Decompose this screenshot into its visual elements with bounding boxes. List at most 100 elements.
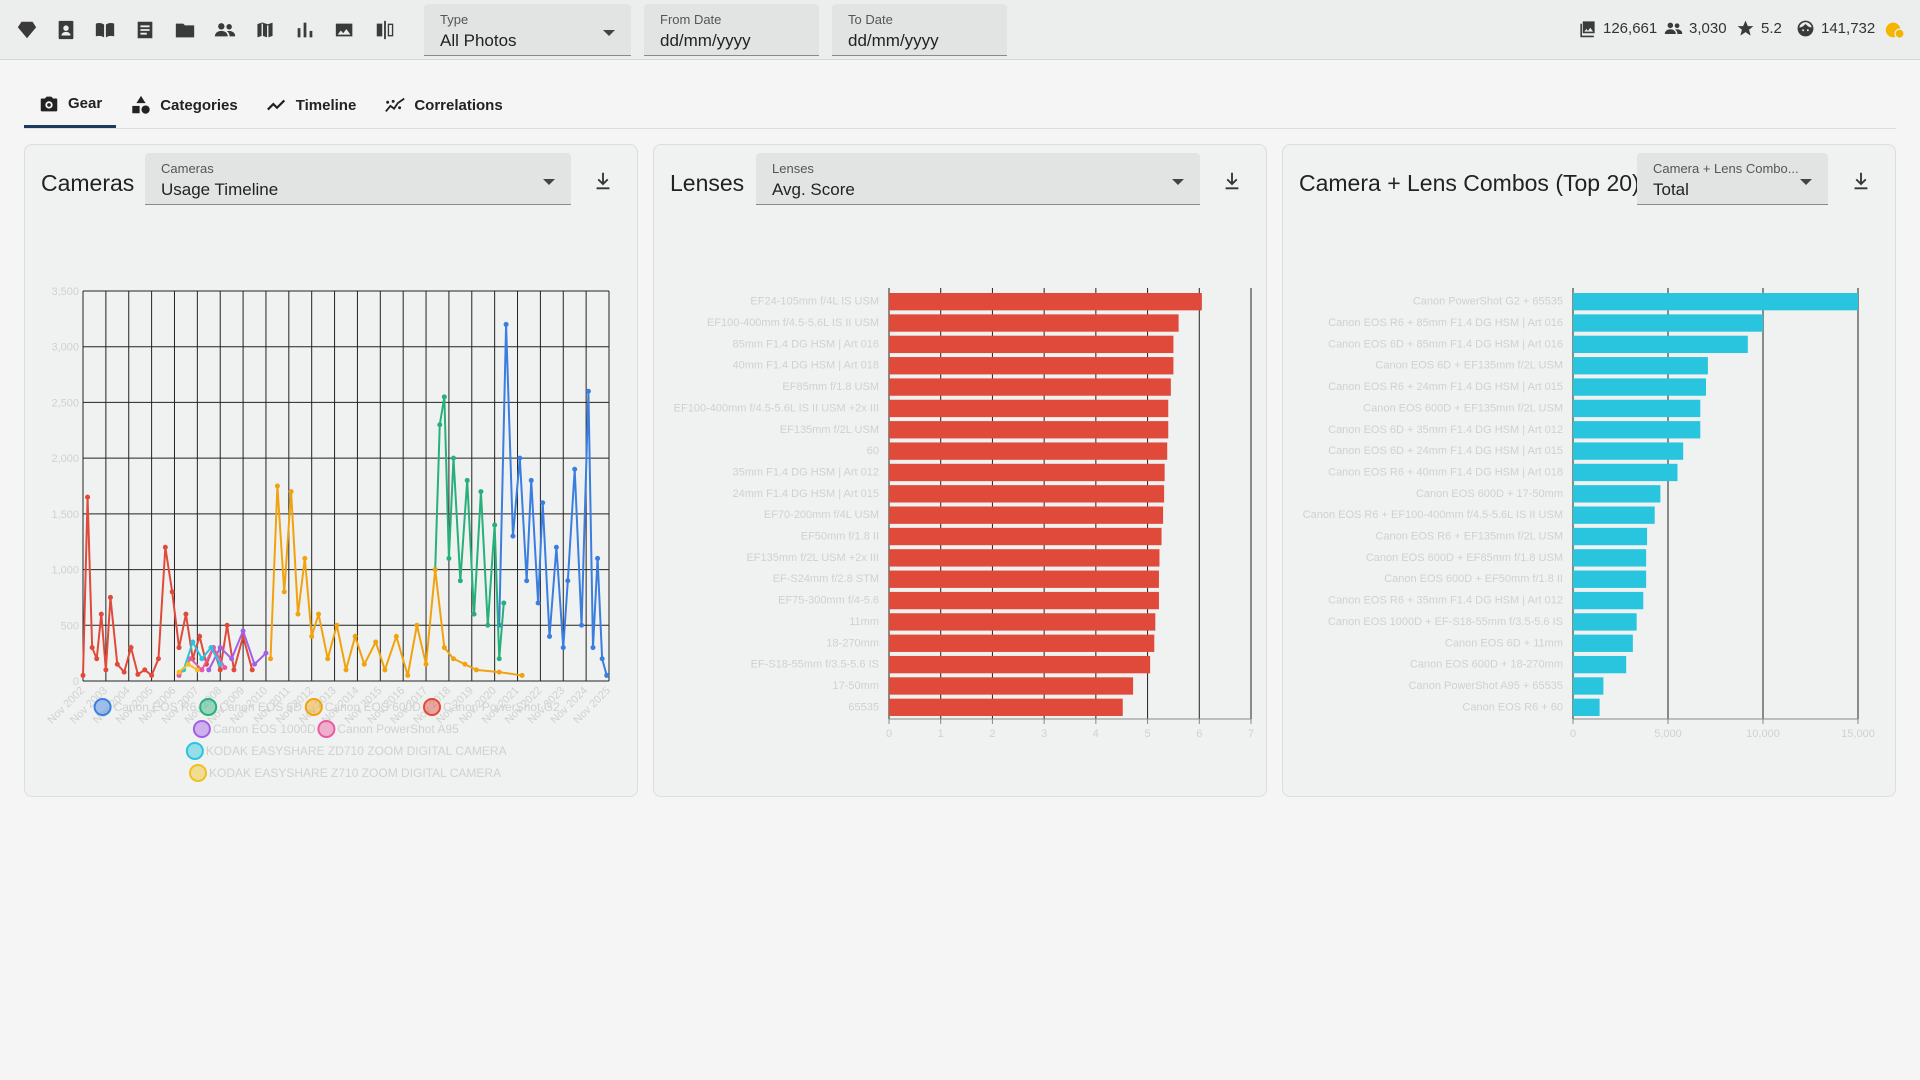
data-point	[295, 611, 301, 617]
bar	[889, 314, 1179, 332]
legend-swatch	[189, 764, 207, 782]
cameras-chart-select[interactable]: Cameras Usage Timeline	[145, 153, 571, 205]
to-date-value: dd/mm/yyyy	[848, 31, 939, 50]
folder-icon[interactable]	[173, 18, 197, 42]
legend-label: KODAK EASYSHARE ZD710 ZOOM DIGITAL CAMER…	[206, 744, 507, 758]
series-line	[498, 324, 608, 676]
x-tick-label: 3	[1041, 728, 1047, 740]
document-icon[interactable]	[133, 18, 157, 42]
data-point	[501, 600, 507, 606]
bar	[889, 378, 1171, 396]
x-tick-label: 10,000	[1746, 728, 1780, 740]
data-point	[450, 656, 456, 662]
combos-title: Camera + Lens Combos (Top 20)	[1299, 170, 1640, 196]
photo-library-icon[interactable]	[333, 18, 357, 42]
category-label: EF100-400mm f/4.5-5.6L IS II USM	[707, 317, 879, 329]
data-point	[89, 645, 95, 651]
data-point	[535, 600, 541, 606]
data-point	[503, 321, 509, 327]
x-tick-label: 2	[989, 728, 995, 740]
series-line	[434, 396, 505, 659]
combos-chart-select[interactable]: Camera + Lens Combo... Total	[1637, 153, 1828, 205]
tab-correlations[interactable]: Correlations	[370, 82, 516, 128]
data-point	[197, 633, 203, 639]
data-point	[281, 589, 287, 595]
bar	[1573, 357, 1708, 375]
data-point	[496, 656, 502, 662]
bar	[1573, 378, 1706, 396]
bar	[1573, 655, 1627, 674]
tab-gear[interactable]: Gear	[24, 82, 117, 128]
data-point	[414, 622, 420, 628]
legend-swatch	[317, 720, 336, 738]
y-tick-label: 1,000	[51, 565, 79, 577]
data-point	[240, 628, 246, 634]
data-point	[325, 656, 331, 662]
tab-timeline-label: Timeline	[295, 96, 357, 114]
lenses-chart: 0 1 2 3 4 5 6 7 EF24-105mm f/4L IS USM EF100-400m…	[654, 205, 1268, 795]
lenses-chart-select[interactable]: Lenses Avg. Score	[756, 153, 1200, 205]
data-point	[302, 555, 308, 561]
shapes-icon	[132, 95, 150, 114]
category-label: Canon EOS 6D + 35mm F1.4 DG HSM | Art 01…	[1328, 424, 1563, 436]
data-point	[263, 650, 269, 656]
map-icon[interactable]	[253, 18, 277, 42]
category-label: 60	[867, 445, 879, 457]
data-point	[162, 544, 168, 550]
data-point	[176, 645, 182, 651]
to-date-field[interactable]: To Date dd/mm/yyyy	[832, 4, 1007, 56]
tab-timeline[interactable]: Timeline	[252, 82, 371, 128]
data-point	[492, 522, 498, 528]
contact-book-icon[interactable]	[54, 18, 78, 42]
category-label: Canon EOS R6 + EF100-400mm f/4.5-5.6L IS…	[1303, 509, 1563, 521]
from-date-field[interactable]: From Date dd/mm/yyyy	[644, 4, 819, 56]
data-point	[334, 622, 340, 628]
data-point	[528, 477, 534, 483]
data-point	[288, 489, 294, 495]
type-select[interactable]: Type All Photos	[424, 4, 631, 56]
bar	[889, 293, 1202, 311]
people-icon	[1664, 22, 1683, 35]
y-tick-label: 500	[61, 620, 79, 632]
category-label: Canon EOS R6 + 60	[1462, 701, 1563, 713]
compare-icon[interactable]	[373, 18, 397, 42]
data-point	[432, 567, 438, 573]
coin-icon[interactable]	[1883, 18, 1907, 42]
people-count-value: 3,030	[1689, 20, 1727, 37]
people-icon[interactable]	[213, 18, 237, 42]
category-label: Canon EOS 600D + 17-50mm	[1416, 488, 1563, 500]
download-combos-button[interactable]	[1849, 169, 1873, 193]
combos-select-value: Total	[1653, 180, 1689, 199]
category-label: Canon EOS 6D + 85mm F1.4 DG HSM | Art 01…	[1328, 338, 1563, 350]
bar	[1573, 527, 1648, 546]
data-point	[485, 622, 491, 628]
legend-label: Canon EOS 1000D	[213, 722, 316, 736]
bar-chart-icon[interactable]	[293, 18, 317, 42]
faces-count: 141,732	[1796, 19, 1875, 38]
bar	[889, 698, 1123, 716]
data-point	[217, 661, 223, 667]
from-date-value: dd/mm/yyyy	[660, 31, 751, 50]
tab-categories[interactable]: Categories	[116, 82, 252, 128]
data-point	[274, 483, 280, 489]
x-tick-label: 4	[1093, 728, 1099, 740]
download-cameras-button[interactable]	[591, 169, 615, 193]
bar	[1573, 506, 1655, 524]
data-point	[155, 656, 161, 662]
average-score: 5.2	[1736, 19, 1782, 38]
download-lenses-button[interactable]	[1220, 169, 1244, 193]
category-label: EF135mm f/2L USM +2x III	[746, 552, 879, 564]
data-point	[128, 645, 134, 651]
gem-icon[interactable]	[15, 18, 39, 42]
category-label: Canon EOS R6 + 85mm F1.4 DG HSM | Art 01…	[1328, 317, 1563, 329]
chevron-down-icon	[603, 30, 615, 36]
open-book-icon[interactable]	[93, 18, 117, 42]
people-count: 3,030	[1664, 19, 1727, 38]
bar	[1573, 570, 1647, 588]
category-label: Canon EOS 6D + 11mm	[1445, 637, 1563, 649]
lenses-chart-svg: 0 1 2 3 4 5 6 7 EF24-105mm f/4L IS USM EF100-400m…	[674, 288, 1254, 740]
bar	[1573, 698, 1600, 716]
bar	[889, 421, 1169, 439]
data-point	[450, 455, 456, 461]
x-tick-label: 6	[1196, 728, 1202, 740]
